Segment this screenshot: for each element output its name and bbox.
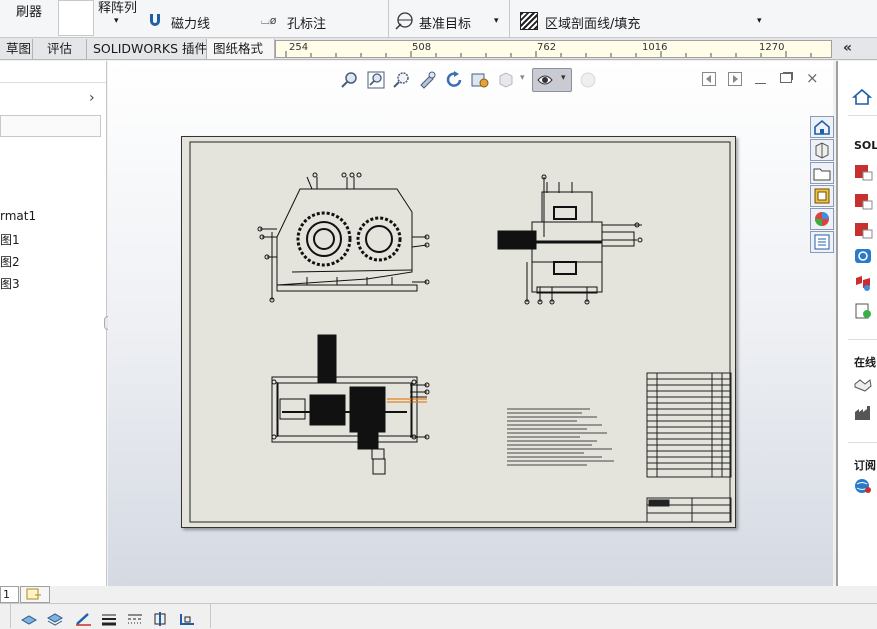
section-online-resources: 在线 bbox=[854, 356, 876, 369]
drawing-content bbox=[189, 141, 732, 523]
add-sheet-tab[interactable] bbox=[20, 586, 50, 603]
drawing-sheet[interactable] bbox=[181, 136, 736, 528]
double-chevron-left-icon[interactable]: « bbox=[843, 40, 852, 56]
home-icon[interactable] bbox=[851, 87, 873, 107]
hide-show-edges-icon[interactable] bbox=[152, 612, 170, 626]
chevron-down-icon[interactable]: ▾ bbox=[520, 73, 525, 83]
line-color-icon[interactable] bbox=[74, 612, 92, 626]
refresh-label[interactable]: 刷器 bbox=[16, 1, 42, 20]
tab-sketch[interactable]: 草图 bbox=[0, 39, 33, 59]
section-subscription: 订阅 bbox=[854, 459, 876, 472]
file-explorer-tab[interactable] bbox=[810, 162, 834, 184]
previous-view-icon[interactable] bbox=[702, 72, 716, 86]
magnifier-icon[interactable] bbox=[340, 70, 360, 90]
magnet-icon bbox=[148, 12, 162, 28]
chevron-down-icon[interactable]: ▾ bbox=[757, 16, 762, 26]
display-style-button[interactable]: ▾ bbox=[532, 68, 572, 92]
new-assembly-icon[interactable] bbox=[853, 192, 873, 210]
layer-icon[interactable] bbox=[20, 612, 38, 626]
minimize-icon[interactable] bbox=[755, 73, 766, 84]
pan-icon[interactable] bbox=[418, 70, 438, 90]
area-hatch-button[interactable]: 区域剖面线/填充 bbox=[545, 13, 640, 32]
next-view-icon[interactable] bbox=[728, 72, 742, 86]
divider bbox=[848, 442, 877, 443]
divider bbox=[210, 604, 211, 628]
new-drawing-icon[interactable] bbox=[853, 221, 873, 239]
divider bbox=[848, 339, 877, 340]
gearbox-side-view bbox=[497, 174, 643, 305]
magnetic-line-button[interactable]: 磁力线 bbox=[171, 13, 210, 32]
rotate-icon[interactable] bbox=[444, 70, 464, 90]
tab-sheet-format[interactable]: 图纸格式 bbox=[207, 39, 275, 59]
tree-item-view2[interactable]: 图2 bbox=[0, 253, 20, 270]
home-tab[interactable] bbox=[810, 116, 834, 138]
ruler-tick: 254 bbox=[289, 42, 309, 53]
tab-addins[interactable]: SOLIDWORKS 插件 bbox=[87, 39, 207, 59]
divider bbox=[0, 603, 877, 604]
tree-item-view3[interactable]: 图3 bbox=[0, 275, 20, 292]
chevron-down-icon[interactable]: ▾ bbox=[561, 73, 566, 83]
supplier-icon[interactable] bbox=[853, 404, 873, 422]
gearbox-top-view bbox=[271, 334, 430, 475]
layer-properties-icon[interactable] bbox=[46, 612, 64, 626]
ruler-tick: 508 bbox=[412, 42, 432, 53]
gearbox-front-view bbox=[257, 172, 430, 303]
view-settings-icon[interactable] bbox=[470, 70, 490, 90]
ruler-tick: 1016 bbox=[642, 42, 668, 53]
design-library-tab[interactable] bbox=[810, 139, 834, 161]
cube-icon[interactable] bbox=[496, 70, 516, 90]
divider bbox=[509, 0, 510, 38]
restore-icon[interactable] bbox=[780, 73, 792, 83]
title-block bbox=[646, 497, 732, 523]
parts-list-table bbox=[646, 372, 732, 478]
zoom-area-icon[interactable] bbox=[392, 70, 412, 90]
filter-input[interactable] bbox=[0, 115, 101, 137]
technical-notes bbox=[507, 408, 614, 466]
divider bbox=[10, 604, 11, 628]
chevron-down-icon[interactable]: ▾ bbox=[494, 16, 499, 26]
chevron-down-icon[interactable]: ▾ bbox=[114, 16, 119, 26]
document-review-icon[interactable] bbox=[853, 302, 873, 320]
hole-callout-button[interactable]: 孔标注 bbox=[287, 13, 326, 32]
datum-target-button[interactable]: 基准目标 bbox=[419, 13, 471, 32]
ruler-tick: 1270 bbox=[759, 42, 785, 53]
hatch-icon bbox=[520, 12, 538, 30]
divider bbox=[388, 0, 389, 38]
close-icon[interactable]: × bbox=[806, 69, 819, 87]
line-style-icon[interactable] bbox=[126, 612, 144, 626]
feature-manager-panel: › rmat1 图1 图2 图3 bbox=[0, 61, 112, 586]
section-solidworks-resources: SOLI bbox=[854, 139, 877, 152]
solidworks-apps-icon[interactable] bbox=[853, 274, 873, 292]
horizontal-ruler: 254 508 762 1016 1270 bbox=[275, 40, 832, 58]
tree-item-sheet-format[interactable]: rmat1 bbox=[0, 209, 36, 223]
handshake-icon[interactable] bbox=[853, 376, 873, 394]
view-palette-tab[interactable] bbox=[810, 185, 834, 207]
subscription-globe-icon[interactable] bbox=[853, 477, 873, 495]
array-label[interactable]: 释阵列 bbox=[98, 0, 137, 16]
task-pane: SOLI 在线 订阅 bbox=[836, 61, 877, 606]
divider bbox=[848, 115, 877, 116]
ribbon-large-button[interactable] bbox=[58, 0, 94, 36]
color-display-mode-icon[interactable] bbox=[178, 612, 196, 626]
datum-target-icon bbox=[394, 11, 414, 31]
chevron-right-icon[interactable]: › bbox=[89, 90, 95, 106]
custom-properties-tab[interactable] bbox=[810, 231, 834, 253]
appearances-tab[interactable] bbox=[810, 208, 834, 230]
sheet-tab[interactable]: 1 bbox=[0, 586, 19, 603]
hole-callout-icon: ⌴ø bbox=[261, 14, 277, 27]
tree-item-view1[interactable]: 图1 bbox=[0, 231, 20, 248]
command-manager-ribbon: 刷器 释阵列 ▾ 磁力线 ⌴ø 孔标注 基准目标 ▾ 区域剖面线/填充 ▾ bbox=[0, 0, 877, 38]
tab-evaluate[interactable]: 评估 bbox=[33, 39, 87, 59]
panel-header bbox=[0, 61, 106, 83]
appearance-icon[interactable] bbox=[578, 70, 598, 90]
new-part-icon[interactable] bbox=[853, 163, 873, 181]
line-thickness-icon[interactable] bbox=[100, 612, 118, 626]
community-icon[interactable] bbox=[853, 247, 873, 265]
zoom-to-fit-icon[interactable] bbox=[366, 70, 386, 90]
ruler-tick: 762 bbox=[537, 42, 557, 53]
